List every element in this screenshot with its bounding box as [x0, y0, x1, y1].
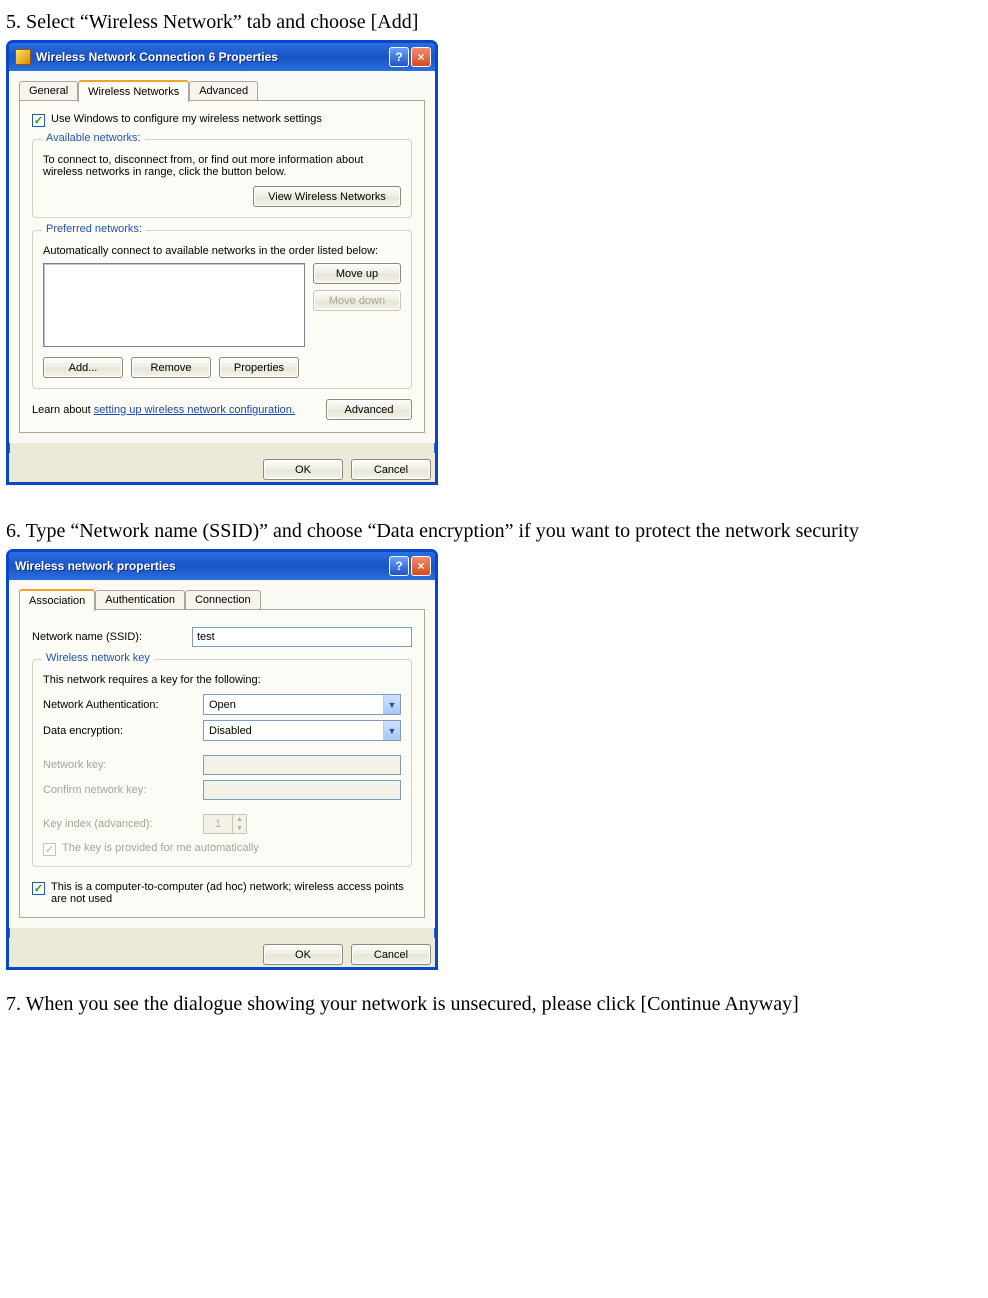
- help-button[interactable]: ?: [389, 556, 409, 576]
- key-index-label: Key index (advanced):: [43, 818, 193, 830]
- step-6-text: 6. Type “Network name (SSID)” and choose…: [6, 517, 982, 545]
- adhoc-label: This is a computer-to-computer (ad hoc) …: [51, 881, 412, 905]
- window-title: Wireless network properties: [15, 559, 387, 573]
- use-windows-checkbox[interactable]: ✓: [32, 114, 45, 127]
- confirm-key-input: [203, 780, 401, 800]
- add-button[interactable]: Add...: [43, 357, 123, 378]
- chevron-down-icon: ▼: [232, 824, 246, 833]
- cancel-button[interactable]: Cancel: [351, 459, 431, 480]
- window-title: Wireless Network Connection 6 Properties: [36, 50, 387, 64]
- key-index-value: 1: [204, 815, 232, 833]
- titlebar[interactable]: Wireless Network Connection 6 Properties…: [9, 43, 435, 71]
- help-button[interactable]: ?: [389, 47, 409, 67]
- group-wireless-network-key: Wireless network key This network requir…: [32, 659, 412, 867]
- group-preferred-networks: Preferred networks: Automatically connec…: [32, 230, 412, 389]
- wireless-icon: [15, 49, 31, 65]
- learn-link[interactable]: setting up wireless network configuratio…: [94, 404, 295, 416]
- learn-prefix: Learn about: [32, 404, 94, 416]
- titlebar[interactable]: Wireless network properties ? ×: [9, 552, 435, 580]
- tab-authentication[interactable]: Authentication: [95, 590, 185, 610]
- dialog-wireless-network-properties: Wireless network properties ? × Associat…: [6, 549, 438, 970]
- key-group-legend: Wireless network key: [42, 652, 154, 664]
- network-key-input: [203, 755, 401, 775]
- tabpage-association: Network name (SSID): Wireless network ke…: [19, 609, 425, 918]
- tab-general[interactable]: General: [19, 81, 78, 101]
- key-provided-checkbox: ✓: [43, 843, 56, 856]
- confirm-key-label: Confirm network key:: [43, 784, 193, 796]
- chevron-up-icon: ▲: [232, 815, 246, 824]
- tab-association[interactable]: Association: [19, 589, 95, 611]
- close-button[interactable]: ×: [411, 47, 431, 67]
- move-up-button[interactable]: Move up: [313, 263, 401, 284]
- data-encryption-value: Disabled: [209, 725, 252, 737]
- use-windows-label: Use Windows to configure my wireless net…: [51, 113, 322, 125]
- close-button[interactable]: ×: [411, 556, 431, 576]
- preferred-legend: Preferred networks:: [42, 223, 146, 235]
- preferred-desc: Automatically connect to available netwo…: [43, 245, 401, 257]
- ok-button[interactable]: OK: [263, 459, 343, 480]
- data-encryption-label: Data encryption:: [43, 725, 193, 737]
- group-available-networks: Available networks: To connect to, disco…: [32, 139, 412, 218]
- step-5-text: 5. Select “Wireless Network” tab and cho…: [6, 8, 982, 36]
- network-key-label: Network key:: [43, 759, 193, 771]
- tabpage-wireless: ✓ Use Windows to configure my wireless n…: [19, 100, 425, 433]
- data-encryption-combo[interactable]: Disabled ▼: [203, 720, 401, 741]
- available-desc: To connect to, disconnect from, or find …: [43, 154, 401, 178]
- ssid-input[interactable]: [192, 627, 412, 647]
- cancel-button[interactable]: Cancel: [351, 944, 431, 965]
- ok-button[interactable]: OK: [263, 944, 343, 965]
- key-provided-label: The key is provided for me automatically: [62, 842, 259, 854]
- chevron-down-icon: ▼: [383, 695, 400, 714]
- remove-button[interactable]: Remove: [131, 357, 211, 378]
- network-auth-value: Open: [209, 699, 236, 711]
- tab-wireless-networks[interactable]: Wireless Networks: [78, 80, 189, 102]
- preferred-networks-listbox[interactable]: [43, 263, 305, 347]
- key-index-spinner: 1 ▲▼: [203, 814, 247, 834]
- tabstrip: Association Authentication Connection: [19, 586, 425, 610]
- view-wireless-networks-button[interactable]: View Wireless Networks: [253, 186, 401, 207]
- available-legend: Available networks:: [42, 132, 145, 144]
- move-down-button[interactable]: Move down: [313, 290, 401, 311]
- tabstrip: General Wireless Networks Advanced: [19, 77, 425, 101]
- properties-button[interactable]: Properties: [219, 357, 299, 378]
- key-group-desc: This network requires a key for the foll…: [43, 674, 401, 686]
- chevron-down-icon: ▼: [383, 721, 400, 740]
- dialog-wireless-connection-properties: Wireless Network Connection 6 Properties…: [6, 40, 438, 485]
- adhoc-checkbox[interactable]: ✓: [32, 882, 45, 895]
- tab-advanced[interactable]: Advanced: [189, 81, 258, 101]
- tab-connection[interactable]: Connection: [185, 590, 261, 610]
- ssid-label: Network name (SSID):: [32, 631, 182, 643]
- advanced-button[interactable]: Advanced: [326, 399, 412, 420]
- step-7-text: 7. When you see the dialogue showing you…: [6, 990, 982, 1018]
- network-auth-combo[interactable]: Open ▼: [203, 694, 401, 715]
- network-auth-label: Network Authentication:: [43, 699, 193, 711]
